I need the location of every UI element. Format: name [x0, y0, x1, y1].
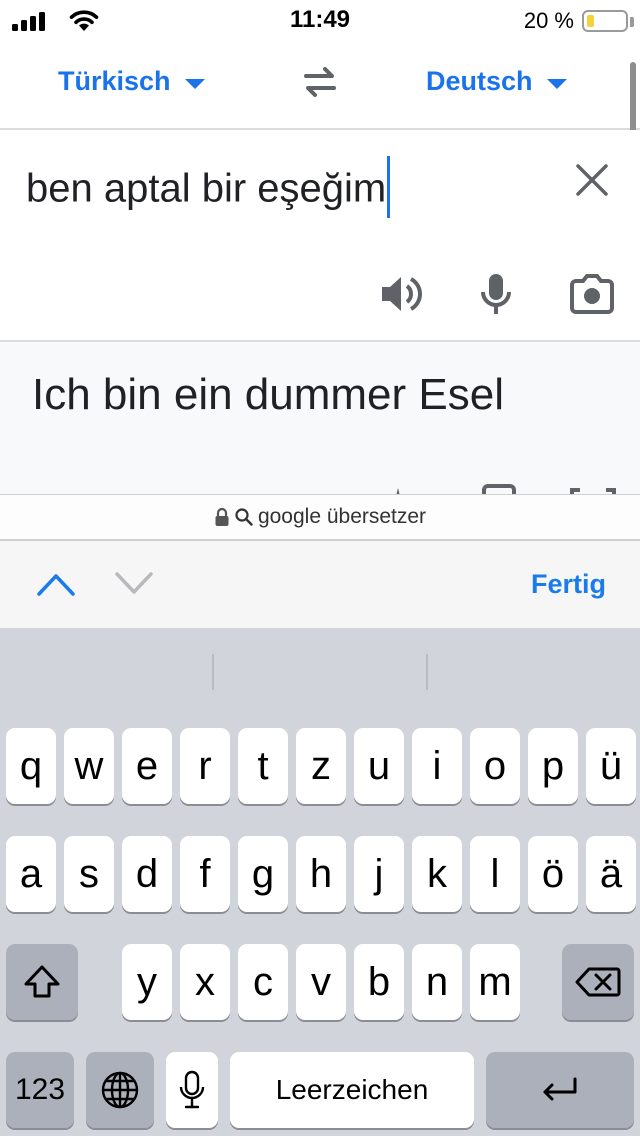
- key-i[interactable]: i: [412, 728, 462, 804]
- speaker-icon[interactable]: [376, 270, 424, 318]
- battery-icon: [582, 10, 628, 32]
- key-k[interactable]: k: [412, 836, 462, 912]
- dropdown-arrow-icon: [546, 78, 567, 89]
- key-r[interactable]: r: [180, 728, 230, 804]
- key-g[interactable]: g: [238, 836, 288, 912]
- chevron-down-icon[interactable]: [114, 571, 154, 597]
- key-m[interactable]: m: [470, 944, 520, 1020]
- done-button[interactable]: Fertig: [531, 569, 606, 600]
- dropdown-arrow-icon: [184, 78, 205, 89]
- shift-icon: [24, 965, 60, 998]
- key-z[interactable]: z: [296, 728, 346, 804]
- key-c[interactable]: c: [238, 944, 288, 1020]
- keyboard-accessory-bar: Fertig: [0, 540, 640, 628]
- target-language-selector[interactable]: Deutsch: [426, 66, 567, 97]
- scrollbar[interactable]: [630, 62, 636, 132]
- url-text: google übersetzer: [257, 505, 427, 528]
- source-text-input[interactable]: ben aptal bir eşeğim: [26, 156, 391, 222]
- space-key[interactable]: Leerzeichen: [230, 1052, 474, 1128]
- key-v[interactable]: v: [296, 944, 346, 1020]
- source-language-selector[interactable]: Türkisch: [58, 66, 205, 97]
- return-icon: [543, 1077, 577, 1101]
- battery-percent: 20 %: [523, 8, 574, 33]
- key-t[interactable]: t: [238, 728, 288, 804]
- key-p[interactable]: p: [528, 728, 578, 804]
- language-bar: Türkisch Deutsch: [0, 44, 640, 132]
- key-q[interactable]: q: [6, 728, 56, 804]
- microphone-icon[interactable]: [472, 270, 520, 318]
- shift-key[interactable]: [6, 944, 78, 1020]
- swap-icon[interactable]: [298, 64, 342, 100]
- key-h[interactable]: h: [296, 836, 346, 912]
- battery-level: [587, 15, 594, 27]
- text-cursor: [387, 156, 391, 218]
- key-w[interactable]: w: [64, 728, 114, 804]
- key-y[interactable]: y: [122, 944, 172, 1020]
- dictation-key[interactable]: [166, 1052, 218, 1128]
- status-bar: 11:49 20 %: [0, 0, 640, 44]
- key-u[interactable]: u: [354, 728, 404, 804]
- source-text-panel: ben aptal bir eşeğim: [0, 130, 640, 342]
- battery-tip: [630, 17, 634, 27]
- key-x[interactable]: x: [180, 944, 230, 1020]
- prediction-divider: [212, 654, 214, 690]
- target-language-label: Deutsch: [426, 66, 533, 96]
- search-icon: [235, 508, 253, 526]
- backspace-key[interactable]: [562, 944, 634, 1020]
- browser-address-bar[interactable]: google übersetzer: [0, 494, 640, 540]
- keyboard: 123 Leerzeichen qwertzuiopü asdfghjklöä yx…: [0, 628, 640, 1136]
- camera-icon[interactable]: [568, 270, 616, 318]
- translation-panel: Ich bin ein dummer Esel: [0, 342, 640, 494]
- chevron-up-icon[interactable]: [36, 571, 76, 597]
- key-e[interactable]: e: [122, 728, 172, 804]
- key-ö[interactable]: ö: [528, 836, 578, 912]
- key-s[interactable]: s: [64, 836, 114, 912]
- key-j[interactable]: j: [354, 836, 404, 912]
- key-o[interactable]: o: [470, 728, 520, 804]
- globe-icon: [101, 1071, 139, 1109]
- close-icon[interactable]: [572, 160, 612, 200]
- key-b[interactable]: b: [354, 944, 404, 1020]
- globe-key[interactable]: [86, 1052, 154, 1128]
- translation-action-icons[interactable]: [384, 484, 624, 494]
- return-key[interactable]: [486, 1052, 634, 1128]
- prediction-divider: [426, 654, 428, 690]
- backspace-icon: [575, 967, 621, 997]
- key-n[interactable]: n: [412, 944, 462, 1020]
- key-ü[interactable]: ü: [586, 728, 636, 804]
- key-d[interactable]: d: [122, 836, 172, 912]
- translation-text: Ich bin ein dummer Esel: [32, 370, 504, 419]
- microphone-icon: [179, 1070, 205, 1109]
- lock-icon: [215, 507, 229, 526]
- key-ä[interactable]: ä: [586, 836, 636, 912]
- key-a[interactable]: a: [6, 836, 56, 912]
- key-f[interactable]: f: [180, 836, 230, 912]
- key-l[interactable]: l: [470, 836, 520, 912]
- source-text: ben aptal bir eşeğim: [26, 166, 387, 211]
- source-language-label: Türkisch: [58, 66, 171, 96]
- numbers-key[interactable]: 123: [6, 1052, 74, 1128]
